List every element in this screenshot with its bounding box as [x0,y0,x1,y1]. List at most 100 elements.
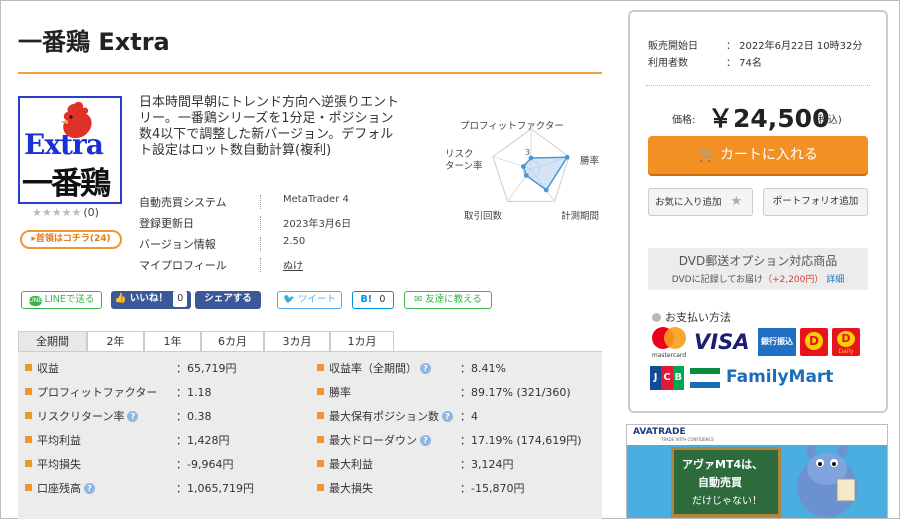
stat-row: 収益 ：65,719円 [18,356,310,380]
tab-3-months[interactable]: 3カ月 [264,331,330,351]
stat-label: 平均利益 [37,434,81,447]
info-row-profile: マイプロフィール ぬけ [139,255,399,276]
radar-point-win-rate [564,154,570,160]
jcb-logo: J C B [650,366,684,390]
price-tax-note: (税込) [814,115,842,126]
product-logo: Extra 一番鶏 [18,96,122,204]
release-date-label: 販売開始日 [648,41,698,52]
tab-all-period[interactable]: 全期間 [18,331,87,351]
product-info-table: 自動売買システム MetaTrader 4 登録更新日 2023年3月6日 バージョ… [139,192,399,276]
radar-point-trades [523,173,529,178]
add-to-cart-button[interactable]: 🛒 カートに入れる [648,136,868,174]
avatrade-ad-banner[interactable]: AVATRADE TRADE WITH CONFIDENCE アヴァMT4は、 … [626,424,888,519]
mastercard-logo: mastercard [650,326,688,359]
stat-row: リスクリターン率? ：0.38 [18,404,310,428]
add-portfolio-button[interactable]: ポートフォリオ追加 [763,188,868,216]
period-tabs: 全期間 2年 1年 6カ月 3カ月 1カ月 [18,331,602,351]
dvd-detail-link[interactable]: 詳細 [826,275,844,285]
tell-friend-button[interactable]: ✉ 友達に教える [404,291,492,309]
like-count: 0 [173,291,188,307]
stat-label: 最大損失 [329,482,373,495]
tab-1-month[interactable]: 1カ月 [330,331,394,351]
stat-row: 口座残高? ：1,065,719円 [18,476,310,500]
dvd-price: （+2,200円） [763,275,824,285]
review-count: (0) [83,206,99,219]
familymart-stripe-icon [690,368,720,388]
help-icon[interactable]: ? [420,435,431,446]
dvd-title: DVD郵送オプション対応商品 [678,254,838,268]
payment-methods-title: お支払い方法 [652,309,731,325]
cart-icon: 🛒 [698,147,716,163]
stat-value: ：8.41% [460,362,506,375]
mail-icon: ✉ [414,294,423,305]
add-favorite-button[interactable]: お気に入り追加 ★ [648,188,753,216]
stat-value: ：1.18 [176,386,212,399]
stat-row: 最大損失 ：-15,870円 [310,476,602,500]
stat-row: 平均利益 ：1,428円 [18,428,310,452]
hatena-bookmark-button[interactable]: B! 0 [352,291,394,309]
stat-row: プロフィットファクター ：1.18 [18,380,310,404]
rating-stars: ★★★★★ (0) [32,206,99,219]
price-value: ￥24,500 [708,104,830,133]
users-value: ： 74名 [726,58,762,69]
profile-link[interactable]: ぬけ [283,257,303,272]
help-icon[interactable]: ? [420,363,431,374]
social-buttons: LINE LINEで送る 👍 いいね！ 0 シェアする 🐦 ツイート B! 0 … [21,291,501,309]
star-icon: ★ [730,194,743,209]
stat-row: 最大ドローダウン? ：17.19% (174,619円) [310,428,602,452]
stat-value: ：0.38 [176,410,212,423]
stat-value: ：1,065,719円 [176,482,254,495]
info-label: 登録更新日 [139,217,194,230]
like-label: いいね！ [129,293,168,304]
stat-value: ：-9,964円 [176,458,234,471]
stat-value: ：4 [460,410,478,423]
ad-brand: AVATRADE [633,427,686,437]
title-underline [18,72,602,74]
purchase-sidebar: 販売開始日 ： 2022年6月22日 10時32分 利用者数 ： 74名 価格:… [628,10,888,413]
help-icon[interactable]: ? [127,411,139,422]
line-icon: LINE [28,296,43,306]
stat-label: 収益率（全期間）? [329,360,431,376]
tweet-label: ツイート [297,294,336,305]
stat-value: ：3,124円 [460,458,514,471]
daily-logo-1: D [800,328,828,356]
product-title: 一番鶏 Extra [18,28,170,56]
help-icon[interactable]: ? [442,411,453,422]
info-row-updated: 登録更新日 2023年3月6日 [139,213,399,234]
line-share-button[interactable]: LINE LINEで送る [21,291,102,309]
stat-value: ：1,428円 [176,434,230,447]
tab-6-months[interactable]: 6カ月 [201,331,264,351]
radar-chart: プロフィットファクター 勝率 計測期間 取引回数 リスク ターン率 3 [422,112,604,224]
tab-1-year[interactable]: 1年 [144,331,201,351]
stat-value: ：17.19% (174,619円) [460,434,582,447]
thumbs-up-icon: 👍 [114,293,127,304]
facebook-share-button[interactable]: シェアする [195,291,261,309]
stat-label: 最大保有ポジション数? [329,408,453,424]
stat-value: ：-15,870円 [460,482,525,495]
ad-tagline: TRADE WITH CONFIDENCE [661,437,714,442]
info-value: MetaTrader 4 [283,194,349,205]
tab-2-years[interactable]: 2年 [87,331,144,351]
logo-text-kanji: 一番鶏 [22,166,111,202]
review-link-button[interactable]: ▸首領はコチラ(24) [20,230,122,249]
stat-label: 収益 [37,362,59,375]
hippo-mascot-icon [797,445,857,517]
stats-table: 収益 ：65,719円 プロフィットファクター ：1.18 リスクリターン率? ：0.… [18,351,602,519]
help-icon[interactable]: ? [84,483,95,494]
stat-row: 最大保有ポジション数? ：4 [310,404,602,428]
facebook-like-button[interactable]: 👍 いいね！ 0 [111,291,191,309]
star-icons: ★★★★★ [32,206,82,219]
dvd-option-banner[interactable]: DVD郵送オプション対応商品 DVDに記録してお届け（+2,200円） 詳細 [648,248,868,290]
tell-friend-label: 友達に教える [425,294,482,305]
stat-row: 収益率（全期間）? ：8.41% [310,356,602,380]
radar-plot: 3 [492,128,570,202]
visa-logo: VISA [694,330,750,354]
tweet-button[interactable]: 🐦 ツイート [277,291,342,309]
stat-row: 平均損失 ：-9,964円 [18,452,310,476]
radar-point-period [543,187,549,193]
logo-text-extra: Extra [24,128,104,161]
info-label: 自動売買システム [139,196,227,209]
stat-value: ：89.17% (321/360) [460,386,571,399]
users-label: 利用者数 [648,58,688,69]
stat-row: 勝率 ：89.17% (321/360) [310,380,602,404]
